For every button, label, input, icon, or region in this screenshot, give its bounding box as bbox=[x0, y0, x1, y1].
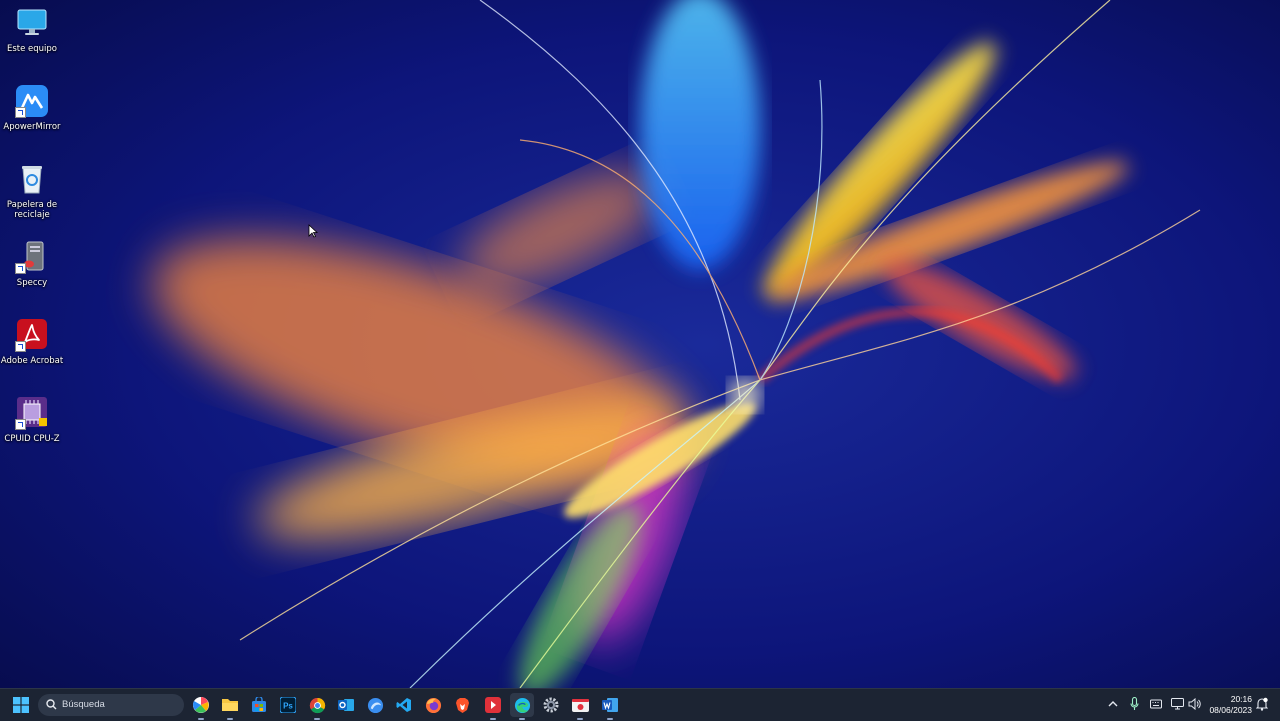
brave-icon bbox=[455, 697, 469, 713]
recycle-bin-icon bbox=[15, 162, 49, 196]
widgets-icon bbox=[193, 697, 209, 713]
browser-icon bbox=[367, 697, 383, 713]
desktop-icon-label: Este equipo bbox=[6, 44, 58, 54]
desktop-icon-apowermirror[interactable]: ApowerMirror bbox=[0, 84, 64, 132]
file-explorer-icon bbox=[222, 699, 238, 711]
cpuz-icon bbox=[15, 396, 49, 430]
taskbar-brave[interactable] bbox=[450, 693, 474, 717]
snipping-tool-icon bbox=[571, 698, 589, 712]
taskbar: Búsqueda Ps 20:16 08/06/2023 bbox=[0, 688, 1280, 721]
network-icon[interactable] bbox=[1171, 698, 1184, 710]
desktop-wallpaper bbox=[0, 0, 1280, 688]
taskbar-widgets[interactable] bbox=[189, 693, 213, 720]
taskbar-snipping-tool[interactable] bbox=[568, 693, 592, 720]
desktop-icon-label: CPUID CPU-Z bbox=[4, 434, 60, 444]
desktop-icon-label: ApowerMirror bbox=[3, 122, 61, 132]
word-icon bbox=[601, 698, 618, 712]
mouse-cursor-icon bbox=[308, 224, 318, 238]
speccy-icon bbox=[15, 240, 49, 274]
system-clock[interactable]: 20:16 08/06/2023 bbox=[1209, 694, 1252, 716]
taskbar-word[interactable] bbox=[598, 693, 622, 720]
taskbar-screen-recorder[interactable] bbox=[481, 693, 505, 720]
taskbar-settings[interactable] bbox=[539, 693, 563, 717]
shortcut-arrow-icon bbox=[15, 341, 26, 352]
clock-time: 20:16 bbox=[1230, 694, 1252, 704]
taskbar-photoshop[interactable]: Ps bbox=[276, 693, 300, 717]
keyboard-icon[interactable] bbox=[1150, 699, 1162, 709]
notification-icon[interactable] bbox=[1256, 697, 1268, 711]
firefox-icon bbox=[425, 697, 441, 713]
desktop-icon-cpuid-cpu-z[interactable]: CPUID CPU-Z bbox=[0, 396, 64, 444]
screen-recorder-icon bbox=[485, 697, 501, 713]
clock-date: 08/06/2023 bbox=[1209, 705, 1252, 715]
start-icon bbox=[13, 697, 29, 713]
apowermirror-icon bbox=[15, 84, 49, 118]
shortcut-arrow-icon bbox=[15, 107, 26, 118]
taskbar-chrome[interactable] bbox=[305, 693, 329, 720]
monitor-icon bbox=[15, 6, 49, 40]
edge-icon bbox=[514, 697, 530, 713]
start-button[interactable] bbox=[9, 693, 33, 717]
desktop-icon-adobe-acrobat[interactable]: Adobe Acrobat bbox=[0, 318, 64, 366]
desktop-icon-label: Papelera de reciclaje bbox=[6, 200, 58, 220]
taskbar-browser[interactable] bbox=[363, 693, 387, 717]
microphone-icon[interactable] bbox=[1130, 697, 1139, 711]
taskbar-firefox[interactable] bbox=[421, 693, 445, 717]
desktop-icon-label: Adobe Acrobat bbox=[0, 356, 64, 366]
taskbar-file-explorer[interactable] bbox=[218, 693, 242, 720]
taskbar-edge[interactable] bbox=[510, 693, 534, 720]
volume-icon[interactable] bbox=[1188, 698, 1201, 710]
chevron-up-icon[interactable] bbox=[1108, 700, 1118, 708]
search-placeholder: Búsqueda bbox=[62, 699, 105, 710]
desktop-icon-este-equipo[interactable]: Este equipo bbox=[0, 6, 64, 54]
taskbar-vscode[interactable] bbox=[392, 693, 416, 717]
acrobat-icon bbox=[15, 318, 49, 352]
shortcut-arrow-icon bbox=[15, 419, 26, 430]
desktop-icon-label: Speccy bbox=[16, 278, 48, 288]
outlook-icon bbox=[337, 699, 354, 711]
taskbar-microsoft-store[interactable] bbox=[247, 693, 271, 717]
desktop-icon-speccy[interactable]: Speccy bbox=[0, 240, 64, 288]
photoshop-icon: Ps bbox=[280, 697, 296, 713]
search-box[interactable]: Búsqueda bbox=[38, 694, 184, 716]
vscode-icon bbox=[396, 698, 411, 712]
svg-text:Ps: Ps bbox=[283, 702, 293, 711]
search-icon bbox=[46, 699, 57, 710]
taskbar-outlook[interactable] bbox=[334, 693, 358, 717]
settings-icon bbox=[543, 697, 559, 713]
microsoft-store-icon bbox=[252, 697, 266, 712]
chrome-icon bbox=[309, 697, 325, 713]
desktop-icon-recycle-bin[interactable]: Papelera de reciclaje bbox=[0, 162, 64, 220]
shortcut-arrow-icon bbox=[15, 263, 26, 274]
